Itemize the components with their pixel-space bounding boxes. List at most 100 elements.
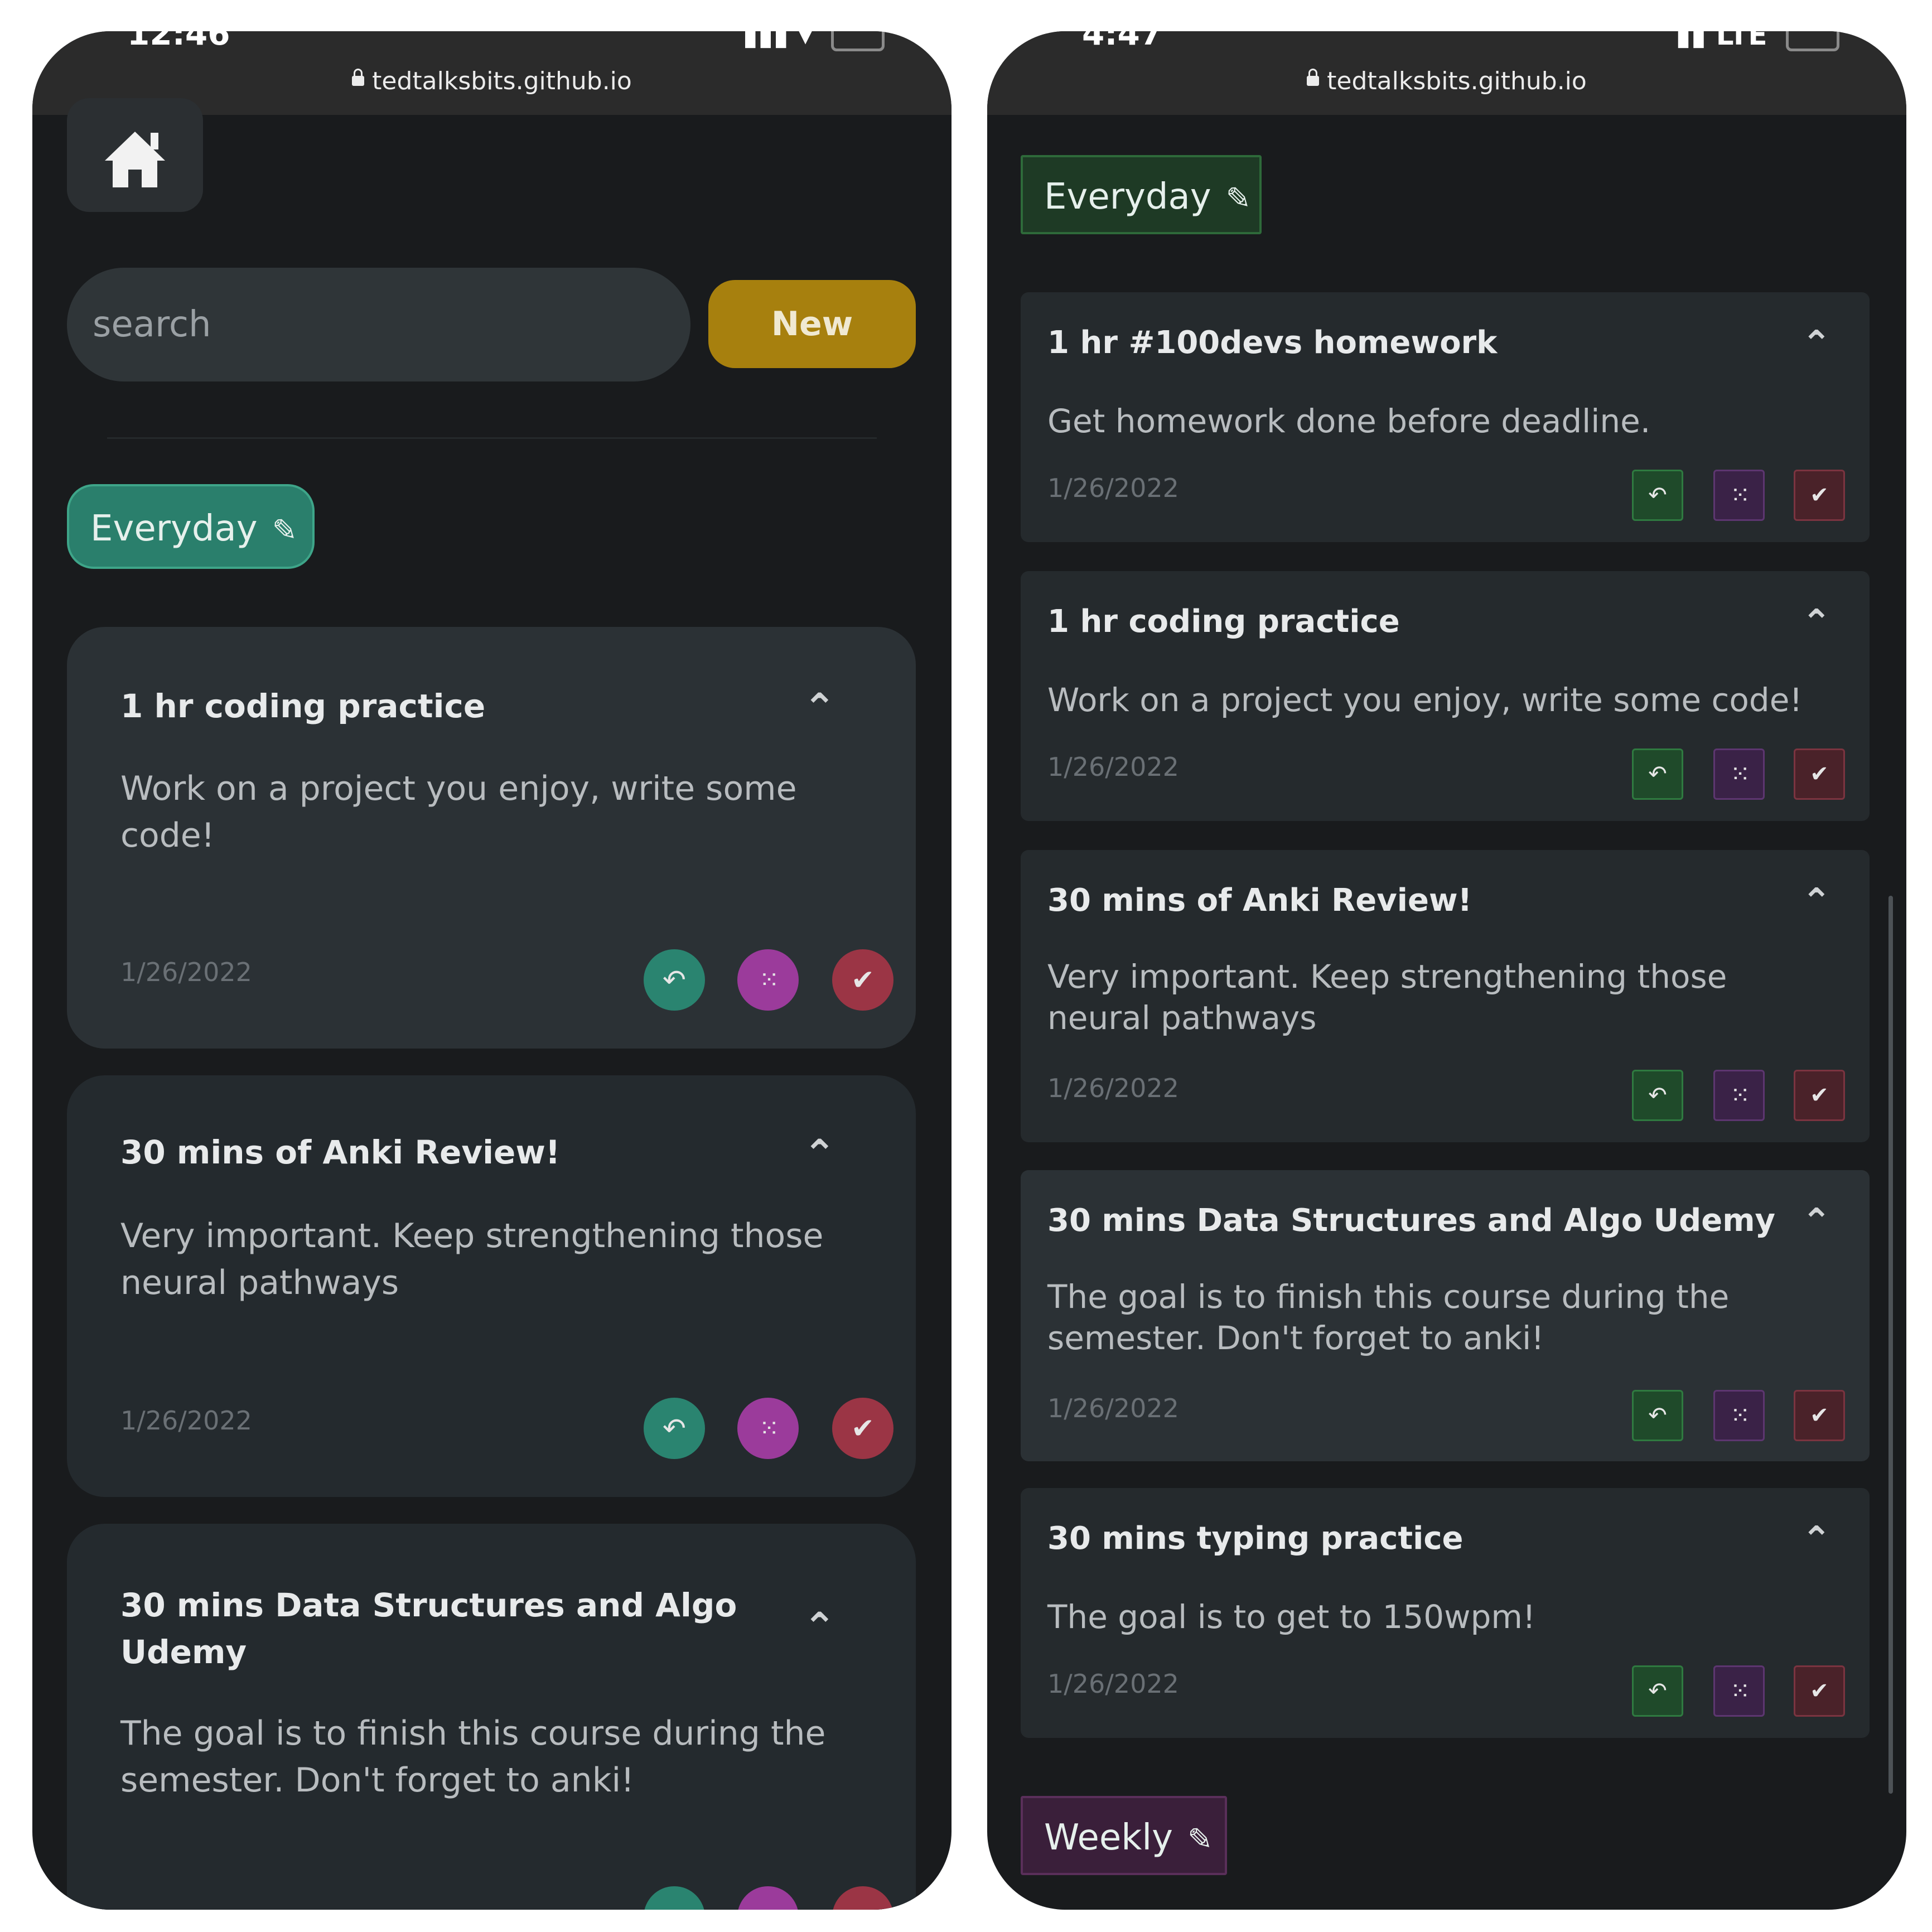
progress-button[interactable]: ⁙ [1713,470,1765,521]
undo-icon: ↶ [663,964,686,996]
tag-label: Everyday [90,508,258,549]
chevron-up-icon[interactable]: ⌃ [803,685,836,731]
check-icon: ✔ [851,964,875,996]
task-card: 1 hr coding practice ⌃ Work on a project… [1021,571,1870,821]
chevron-up-icon[interactable]: ⌃ [1801,323,1832,365]
task-description: The goal is to get to 150wpm! [1047,1598,1536,1636]
task-card: 1 hr #100devs homework ⌃ Get homework do… [1021,292,1870,542]
tag-label: Weekly [1044,1817,1173,1858]
search-input[interactable]: search [67,268,690,381]
complete-button[interactable]: ✔ [832,949,893,1011]
task-date: 1/26/2022 [1047,473,1179,503]
undo-button[interactable] [644,1886,705,1910]
chevron-up-icon[interactable]: ⌃ [803,1604,836,1650]
complete-button[interactable]: ✔ [1794,748,1845,800]
pencil-icon[interactable]: ✎ [1226,159,1251,238]
undo-button[interactable]: ↶ [1632,1070,1683,1121]
undo-button[interactable]: ↶ [1632,1665,1683,1717]
pencil-icon[interactable]: ✎ [1187,1800,1213,1879]
home-button[interactable] [67,98,203,212]
task-date: 1/26/2022 [120,957,252,987]
task-description: The goal is to finish this course during… [1047,1278,1730,1357]
check-icon: ✔ [851,1412,875,1445]
check-icon: ✔ [1810,761,1829,787]
progress-icon: ⁙ [1730,1401,1751,1430]
url-text: tedtalksbits.github.io [372,67,632,95]
progress-button[interactable]: ⁙ [737,949,799,1011]
new-button[interactable]: New [708,280,916,368]
left-phone-screen: 12:46 ▮▮▮ ▾ tedtalksbits.github.io searc… [32,31,951,1910]
progress-icon: ⁙ [1730,1081,1751,1110]
task-description: Get homework done before deadline. [1047,402,1651,440]
undo-button[interactable]: ↶ [1632,470,1683,521]
task-date: 1/26/2022 [120,1405,252,1436]
progress-icon: ⁙ [1730,760,1751,789]
progress-button[interactable]: ⁙ [1713,748,1765,800]
home-icon [105,132,165,187]
task-card: 30 mins of Anki Review! ⌃ Very important… [67,1075,916,1497]
complete-button[interactable]: ✔ [1794,470,1845,521]
check-icon: ✔ [1810,1403,1829,1428]
check-icon: ✔ [1810,1678,1829,1704]
task-card: 30 mins typing practice ⌃ The goal is to… [1021,1488,1870,1738]
progress-icon: ⁙ [1730,481,1751,510]
tag-everyday[interactable]: Everyday ✎ [1021,155,1262,234]
progress-button[interactable]: ⁙ [737,1398,799,1459]
task-date: 1/26/2022 [1047,1669,1179,1699]
progress-button[interactable]: ⁙ [1713,1390,1765,1441]
undo-button[interactable]: ↶ [1632,748,1683,800]
tag-weekly[interactable]: Weekly ✎ [1021,1796,1227,1875]
task-description: Very important. Keep strengthening those… [120,1216,824,1302]
pencil-icon[interactable]: ✎ [272,488,297,573]
undo-icon: ↶ [1648,482,1667,508]
complete-button[interactable]: ✔ [832,1398,893,1459]
task-title: 30 mins of Anki Review! [120,1133,561,1171]
undo-icon: ↶ [1648,1678,1667,1704]
task-date: 1/26/2022 [1047,752,1179,782]
tag-everyday[interactable]: Everyday ✎ [67,484,315,569]
chevron-up-icon[interactable]: ⌃ [1801,881,1832,922]
tag-label: Everyday [1044,176,1211,218]
task-title: 30 mins typing practice [1047,1520,1464,1557]
right-phone-screen: 4:47 ▮▮ LTE tedtalksbits.github.io Every… [987,31,1906,1910]
undo-button[interactable]: ↶ [1632,1390,1683,1441]
undo-button[interactable]: ↶ [644,1398,705,1459]
task-card: 30 mins Data Structures and Algo Udemy ⌃… [67,1524,916,1910]
progress-button[interactable]: ⁙ [1713,1070,1765,1121]
scrollbar[interactable] [1888,896,1893,1794]
task-card: 30 mins Data Structures and Algo Udemy ⌃… [1021,1170,1870,1461]
task-title: 1 hr coding practice [120,687,486,725]
task-title: 30 mins of Anki Review! [1047,882,1472,919]
complete-button[interactable]: ✔ [1794,1070,1845,1121]
undo-icon: ↶ [1648,761,1667,787]
progress-button[interactable] [737,1886,799,1910]
complete-button[interactable] [832,1886,893,1910]
task-title: 1 hr #100devs homework [1047,325,1498,361]
chevron-up-icon[interactable]: ⌃ [1801,1519,1832,1561]
wifi-icon: ▾ [798,31,813,51]
complete-button[interactable]: ✔ [1794,1390,1845,1441]
chevron-up-icon[interactable]: ⌃ [1801,1201,1832,1243]
undo-icon: ↶ [1648,1083,1667,1108]
url-bar[interactable]: tedtalksbits.github.io [987,67,1906,95]
task-description: Very important. Keep strengthening those… [1047,958,1727,1037]
undo-icon: ↶ [663,1412,686,1445]
undo-button[interactable]: ↶ [644,949,705,1011]
battery-icon [1786,31,1839,51]
chevron-up-icon[interactable]: ⌃ [803,1131,836,1177]
chevron-up-icon[interactable]: ⌃ [1801,602,1832,644]
url-bar[interactable]: tedtalksbits.github.io [32,67,951,95]
task-description: The goal is to finish this course during… [120,1714,826,1800]
complete-button[interactable]: ✔ [1794,1665,1845,1717]
lock-icon [352,69,365,86]
task-date: 1/26/2022 [1047,1393,1179,1423]
task-description: Work on a project you enjoy, write some … [1047,681,1803,719]
progress-button[interactable]: ⁙ [1713,1665,1765,1717]
task-card: 30 mins of Anki Review! ⌃ Very important… [1021,850,1870,1142]
status-indicators: ▮▮▮ ▾ [743,31,885,51]
browser-status-bar: 4:47 ▮▮ LTE tedtalksbits.github.io [987,31,1906,115]
task-date: 1/26/2022 [1047,1073,1179,1103]
divider [107,437,877,439]
status-time: 4:47 [1082,31,1163,52]
task-title: 30 mins Data Structures and Algo Udemy [120,1586,737,1671]
